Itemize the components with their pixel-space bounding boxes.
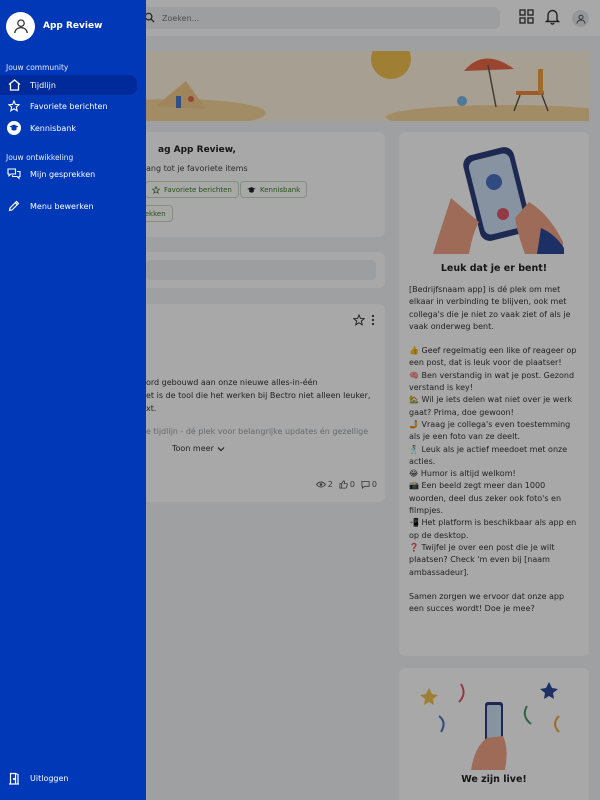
- drawer-header[interactable]: App Review: [6, 11, 141, 41]
- section-label-development: Jouw ontwikkeling: [6, 153, 74, 162]
- pencil-icon: [7, 199, 21, 213]
- nav-item-tijdlijn[interactable]: Tijdlijn: [0, 75, 137, 95]
- home-icon: [7, 78, 21, 92]
- nav-item-label: Kennisbank: [30, 123, 76, 133]
- logout-button[interactable]: Uitloggen: [0, 768, 137, 788]
- section-label-community: Jouw community: [6, 63, 69, 72]
- nav-item-label: Favoriete berichten: [30, 101, 108, 111]
- nav-item-label: Mijn gesprekken: [30, 169, 96, 179]
- nav-item-mijn-gesprekken[interactable]: Mijn gesprekken: [0, 164, 137, 184]
- nav-item-label: Tijdlijn: [30, 80, 56, 90]
- star-icon: [7, 99, 21, 113]
- nav-item-favoriete-berichten[interactable]: Favoriete berichten: [0, 96, 137, 116]
- logout-door-icon: [7, 771, 21, 785]
- logout-label: Uitloggen: [30, 773, 69, 783]
- app-name: App Review: [43, 21, 103, 31]
- nav-item-label: Menu bewerken: [30, 201, 94, 211]
- nav-item-menu-bewerken[interactable]: Menu bewerken: [0, 196, 137, 216]
- app-avatar: [6, 11, 35, 41]
- nav-item-kennisbank[interactable]: Kennisbank: [0, 118, 137, 138]
- chat-bubbles-icon: [7, 167, 21, 181]
- user-icon: [13, 18, 29, 34]
- graduation-cap-icon: [7, 121, 21, 135]
- navigation-drawer: App Review Jouw community Tijdlijn Favor…: [0, 0, 146, 800]
